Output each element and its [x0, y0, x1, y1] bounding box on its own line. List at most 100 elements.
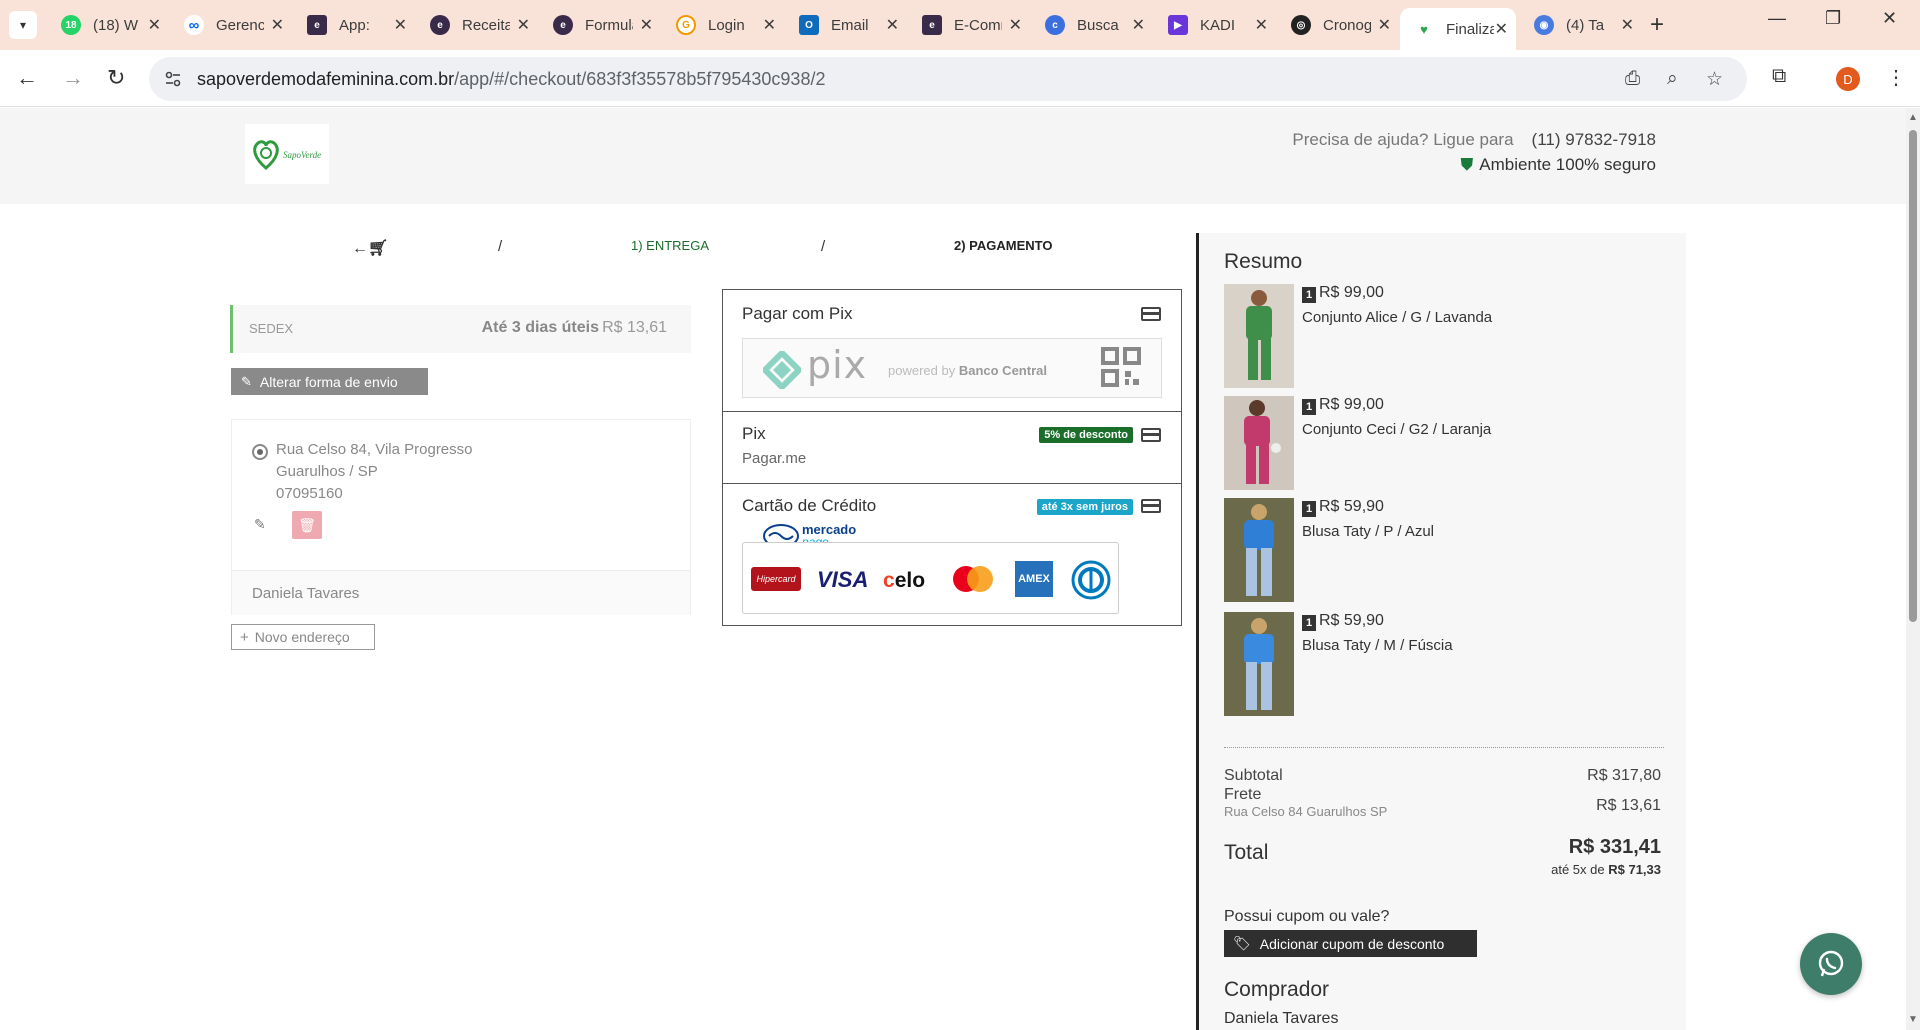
back-to-cart-icon[interactable]: ←🛒︎: [352, 238, 388, 258]
address-cep: 07095160: [276, 485, 343, 502]
profile-avatar[interactable]: D: [1836, 67, 1860, 91]
browser-tab[interactable]: ∞ Gerenciador ✕: [170, 8, 292, 42]
close-icon[interactable]: ✕: [640, 15, 653, 35]
frete-address: Rua Celso 84 Guarulhos SP: [1224, 804, 1388, 819]
close-icon[interactable]: ✕: [1378, 15, 1391, 35]
payment-option-pix-direct[interactable]: Pagar com Pix pix powered by Banco Centr…: [723, 290, 1181, 412]
order-summary: Resumo 1 R$ 99,00 Conjunto Alice / G / L…: [1196, 233, 1686, 1030]
install-app-icon[interactable]: ⎙: [1625, 68, 1640, 90]
product-thumbnail[interactable]: [1224, 498, 1294, 602]
close-icon[interactable]: ✕: [1255, 15, 1268, 35]
close-icon[interactable]: ✕: [1009, 15, 1022, 35]
zoom-icon[interactable]: ⌕: [1667, 68, 1678, 90]
minimize-icon[interactable]: —: [1768, 8, 1786, 29]
close-icon[interactable]: ✕: [1621, 15, 1634, 35]
help-phone[interactable]: (11) 97832-7918: [1532, 130, 1656, 149]
amex-icon: AMEX: [1015, 561, 1053, 597]
close-icon[interactable]: ✕: [1132, 15, 1145, 35]
browser-toolbar: ← → ↻ sapoverdemodafeminina.com.br/app/#…: [0, 50, 1920, 107]
new-tab-icon[interactable]: +: [1650, 11, 1664, 39]
browser-tab[interactable]: e App: ✕: [293, 8, 415, 42]
close-icon[interactable]: ✕: [886, 15, 899, 35]
svg-text:SapoVerde: SapoVerde: [283, 150, 321, 160]
browser-tab[interactable]: e Receitas ✕: [416, 8, 538, 42]
tab-title: Gerenciador: [216, 16, 264, 34]
product-thumbnail[interactable]: [1224, 284, 1294, 388]
browser-tab[interactable]: ◎ Cronograma ✕: [1277, 8, 1399, 42]
item-qty: 1: [1302, 501, 1316, 517]
address-radio[interactable]: [252, 444, 268, 460]
new-address-button[interactable]: + Novo endereço: [231, 624, 375, 650]
browser-tab[interactable]: e E-Commerce ✕: [908, 8, 1030, 42]
tab-strip: ▾ 18 (18) W ✕ ∞ Gerenciador ✕ e App: ✕ e…: [0, 0, 1920, 50]
site-info-icon[interactable]: [163, 69, 183, 89]
menu-icon[interactable]: ⋮: [1886, 65, 1906, 90]
forward-icon[interactable]: →: [62, 65, 84, 91]
item-price: R$ 99,00: [1319, 396, 1384, 413]
back-icon[interactable]: ←: [16, 65, 38, 91]
extensions-icon[interactable]: ⧉: [1772, 65, 1786, 88]
whatsapp-icon: 18: [61, 15, 81, 35]
browser-tab[interactable]: ◉ (4) Ta ✕: [1520, 8, 1642, 42]
close-icon[interactable]: ✕: [148, 15, 161, 35]
pix-word: pix: [807, 343, 868, 387]
scroll-down-icon[interactable]: ▼: [1908, 1014, 1918, 1025]
scrollbar-thumb[interactable]: [1909, 130, 1917, 622]
elo-text: elo: [894, 569, 926, 592]
change-shipping-button[interactable]: ✎ Alterar forma de envio: [231, 368, 428, 395]
item-desc: Conjunto Ceci / G2 / Laranja: [1302, 421, 1492, 438]
e-app-icon: e: [430, 15, 450, 35]
browser-tab[interactable]: ▶ KADI ✕: [1154, 8, 1276, 42]
item-price: R$ 59,90: [1319, 612, 1384, 629]
browser-tab-active[interactable]: ♥ Finalizar ✕: [1400, 8, 1516, 50]
checkout-page: SapoVerde Precisa de ajuda? Ligue para (1…: [0, 108, 1906, 1030]
payment-option-credit-card[interactable]: Cartão de Crédito até 3x sem juros merca…: [723, 484, 1181, 626]
recipient-name: Daniela Tavares: [252, 585, 360, 602]
tab-title: E-Commerce: [954, 16, 1002, 34]
close-icon[interactable]: ✕: [271, 15, 284, 35]
trash-icon[interactable]: 🗑︎: [292, 511, 322, 539]
browser-tab[interactable]: G Login ✕: [662, 8, 784, 42]
tab-title: Email: [831, 16, 869, 34]
step-entrega[interactable]: 1) ENTREGA: [631, 238, 709, 253]
payment-option-pix-pagarme[interactable]: Pix Pagar.me 5% de desconto: [723, 412, 1181, 484]
installments-info: até 5x de R$ 71,33: [1551, 862, 1661, 877]
secure-text: Ambiente 100% seguro: [1479, 155, 1656, 174]
close-icon[interactable]: ✕: [394, 15, 407, 35]
summary-item: 1 R$ 99,00 Conjunto Ceci / G2 / Laranja: [1224, 396, 1664, 490]
browser-tab[interactable]: e Formulário ✕: [539, 8, 661, 42]
url-path: /app/#/checkout/683f3f35578b5f795430c938…: [454, 69, 826, 89]
shipping-time: Até 3 dias úteis: [481, 319, 599, 336]
bookmark-star-icon[interactable]: ☆: [1706, 68, 1723, 91]
close-window-icon[interactable]: ✕: [1882, 8, 1897, 29]
browser-tab[interactable]: c Busca ✕: [1031, 8, 1153, 42]
close-icon[interactable]: ✕: [763, 15, 776, 35]
mastercard-icon: [953, 566, 993, 592]
close-icon[interactable]: ✕: [1495, 19, 1508, 39]
card-icon: [1141, 307, 1161, 321]
qr-code-icon: [1101, 347, 1141, 387]
browser-tab[interactable]: O Email ✕: [785, 8, 907, 42]
restore-icon[interactable]: ❐: [1825, 8, 1841, 29]
pix-logo-icon: [763, 351, 801, 389]
total-value: R$ 331,41: [1568, 836, 1661, 858]
close-icon[interactable]: ✕: [517, 15, 530, 35]
address-city: Guarulhos / SP: [276, 463, 378, 480]
reload-icon[interactable]: ↻: [107, 65, 125, 91]
whatsapp-button[interactable]: [1800, 933, 1862, 995]
pencil-icon[interactable]: ✎: [254, 516, 266, 533]
page-scrollbar[interactable]: ▲ ▼: [1906, 108, 1920, 1030]
browser-tab[interactable]: 18 (18) W ✕: [47, 8, 169, 42]
subtotal-label: Subtotal: [1224, 767, 1283, 784]
scroll-up-icon[interactable]: ▲: [1908, 112, 1918, 123]
add-coupon-button[interactable]: 🏷︎ Adicionar cupom de desconto: [1224, 930, 1477, 957]
summary-title: Resumo: [1224, 250, 1303, 273]
tag-icon: 🏷︎: [1233, 935, 1251, 951]
address-bar[interactable]: sapoverdemodafeminina.com.br/app/#/check…: [149, 57, 1747, 101]
tab-search-button[interactable]: ▾: [9, 11, 37, 39]
store-logo[interactable]: SapoVerde: [245, 124, 329, 184]
product-thumbnail[interactable]: [1224, 396, 1294, 490]
product-thumbnail[interactable]: [1224, 612, 1294, 716]
sapo-verde-logo-icon: SapoVerde: [253, 140, 321, 170]
coupon-question: Possui cupom ou vale?: [1224, 908, 1390, 925]
